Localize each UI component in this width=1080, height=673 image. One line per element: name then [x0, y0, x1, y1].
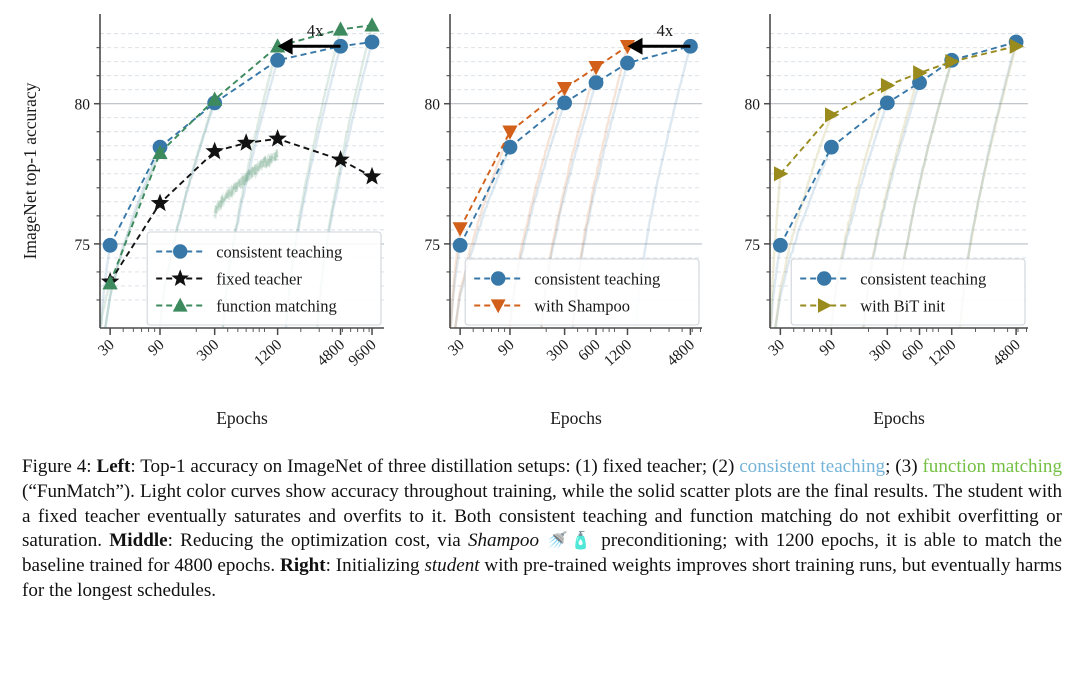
caption-segment: Middle — [109, 530, 168, 552]
annotation-label: 4x — [307, 21, 324, 40]
x-tick-label: 90 — [145, 336, 168, 359]
legend-label: consistent teaching — [534, 270, 660, 289]
data-point-triangle-up — [332, 21, 349, 36]
data-point-circle — [557, 95, 572, 111]
annotation-label: 4x — [657, 21, 674, 40]
x-tick-label: 300 — [544, 336, 573, 364]
y-axis-label: ImageNet top-1 accuracy — [20, 82, 40, 259]
data-point-circle — [824, 139, 839, 155]
chart-svg-left: 75 80 30 90 300 1200 48009600 Epochs ImageNet to… — [20, 14, 384, 428]
y-tick-label: 75 — [745, 237, 761, 254]
caption-segment: : Top-1 accuracy on ImageNet of three di… — [130, 456, 740, 477]
chart-legend: consistent teaching with BiT init — [790, 258, 1026, 326]
y-tick-label: 75 — [75, 237, 91, 254]
legend-label: with Shampoo — [534, 297, 630, 316]
y-tick-label: 75 — [425, 237, 441, 254]
data-point-circle — [364, 34, 380, 50]
data-point-circle — [102, 237, 118, 253]
x-tick-label: 30 — [445, 336, 468, 359]
y-tick-label: 80 — [745, 97, 761, 114]
annotation-4x: 4x — [627, 21, 691, 55]
caption-segment: consistent teaching — [739, 456, 886, 477]
data-point-triangle-down — [556, 82, 573, 97]
data-point-circle — [270, 52, 286, 68]
caption-segment: student — [424, 555, 480, 577]
x-tick-label: 300 — [866, 336, 895, 364]
caption-segment: : Initializing — [325, 555, 425, 577]
figure-4: 75 80 30 90 300 1200 4800 9600 Epochs ImageNet to… — [0, 0, 1080, 673]
x-tick-label: 1200 — [925, 336, 960, 370]
legend-label: with BiT init — [860, 297, 945, 316]
x-tick-label: 90 — [495, 336, 518, 359]
legend-label: consistent teaching — [216, 243, 342, 262]
chart-legend: consistent teaching fixed teacher function… — [146, 231, 382, 326]
chart-svg-right: 75 80 30 90 300 6001200 4800 Epochs consistent t… — [745, 14, 1028, 428]
y-tick-label: 80 — [75, 97, 91, 114]
x-axis-label: Epochs — [550, 408, 602, 428]
x-tick-label: 4800 — [314, 336, 349, 370]
chart-legend: consistent teaching with Shampoo — [464, 258, 700, 326]
legend-label: fixed teacher — [216, 270, 302, 289]
data-point-triangle-right — [824, 107, 840, 123]
caption-segment: 🚿🧴 — [539, 531, 594, 552]
noisy-band — [213, 149, 279, 219]
x-tick-label: 30 — [765, 336, 788, 359]
legend-label: consistent teaching — [860, 270, 986, 289]
x-tick-label: 30 — [95, 336, 118, 359]
caption-segment: function matching — [922, 456, 1062, 477]
data-point-circle — [879, 95, 895, 111]
caption-segment: Left — [96, 456, 131, 477]
legend-label: function matching — [216, 297, 337, 316]
data-point-circle — [452, 237, 468, 253]
x-tick-label: 90 — [816, 336, 839, 359]
x-axis-label: Epochs — [216, 408, 268, 428]
chart-panel-middle: 75 80 30 90 300 600 1200 4800 Epochs 4x consistent… — [392, 0, 712, 440]
x-tick-label: 600 — [899, 336, 928, 364]
data-point-triangle-right — [773, 166, 789, 182]
data-point-circle — [772, 237, 788, 253]
data-point-triangle-right — [880, 77, 896, 94]
caption-segment: ; (3) — [885, 456, 923, 477]
data-point-triangle-down — [502, 125, 518, 140]
x-tick-label: 300 — [194, 336, 223, 364]
x-tick-label: 9600 — [345, 336, 380, 370]
chart-panels: 75 80 30 90 300 1200 4800 9600 Epochs ImageNet to… — [0, 0, 1080, 440]
data-point-circle — [620, 55, 635, 71]
legend-marker-circle — [173, 244, 188, 259]
x-tick-label: 4800 — [664, 336, 699, 370]
legend-marker-circle — [491, 271, 506, 286]
x-tick-label: 600 — [575, 336, 604, 364]
caption-segment: Shampoo — [467, 530, 540, 552]
chart-svg-middle: 75 80 30 90 300 6001200 4800 Epochs 4x consistent… — [425, 14, 702, 428]
data-point-triangle-up — [364, 17, 380, 32]
caption-segment: : Reducing the optimization cost, via — [167, 530, 468, 552]
chart-panel-right: 75 80 30 90 300 600 1200 4800 Epochs consistent t… — [712, 0, 1042, 440]
x-tick-label: 4800 — [989, 336, 1024, 370]
x-tick-label: 1200 — [601, 336, 636, 370]
figure-caption: Figure 4: Left: Top-1 accuracy on ImageN… — [22, 455, 1062, 604]
legend-marker-circle — [817, 271, 832, 286]
chart-panel-left: 75 80 30 90 300 1200 4800 9600 Epochs ImageNet to… — [14, 0, 392, 440]
y-tick-label: 80 — [425, 97, 441, 114]
data-point-star — [362, 166, 382, 185]
x-axis-label: Epochs — [873, 408, 925, 428]
data-point-circle — [502, 139, 518, 155]
data-point-circle — [588, 75, 604, 91]
data-point-triangle-down — [588, 61, 604, 76]
caption-segment: Right — [280, 555, 326, 577]
caption-segment: Figure 4: — [22, 456, 97, 477]
annotation-4x: 4x — [277, 21, 341, 55]
x-tick-label: 1200 — [251, 336, 286, 370]
